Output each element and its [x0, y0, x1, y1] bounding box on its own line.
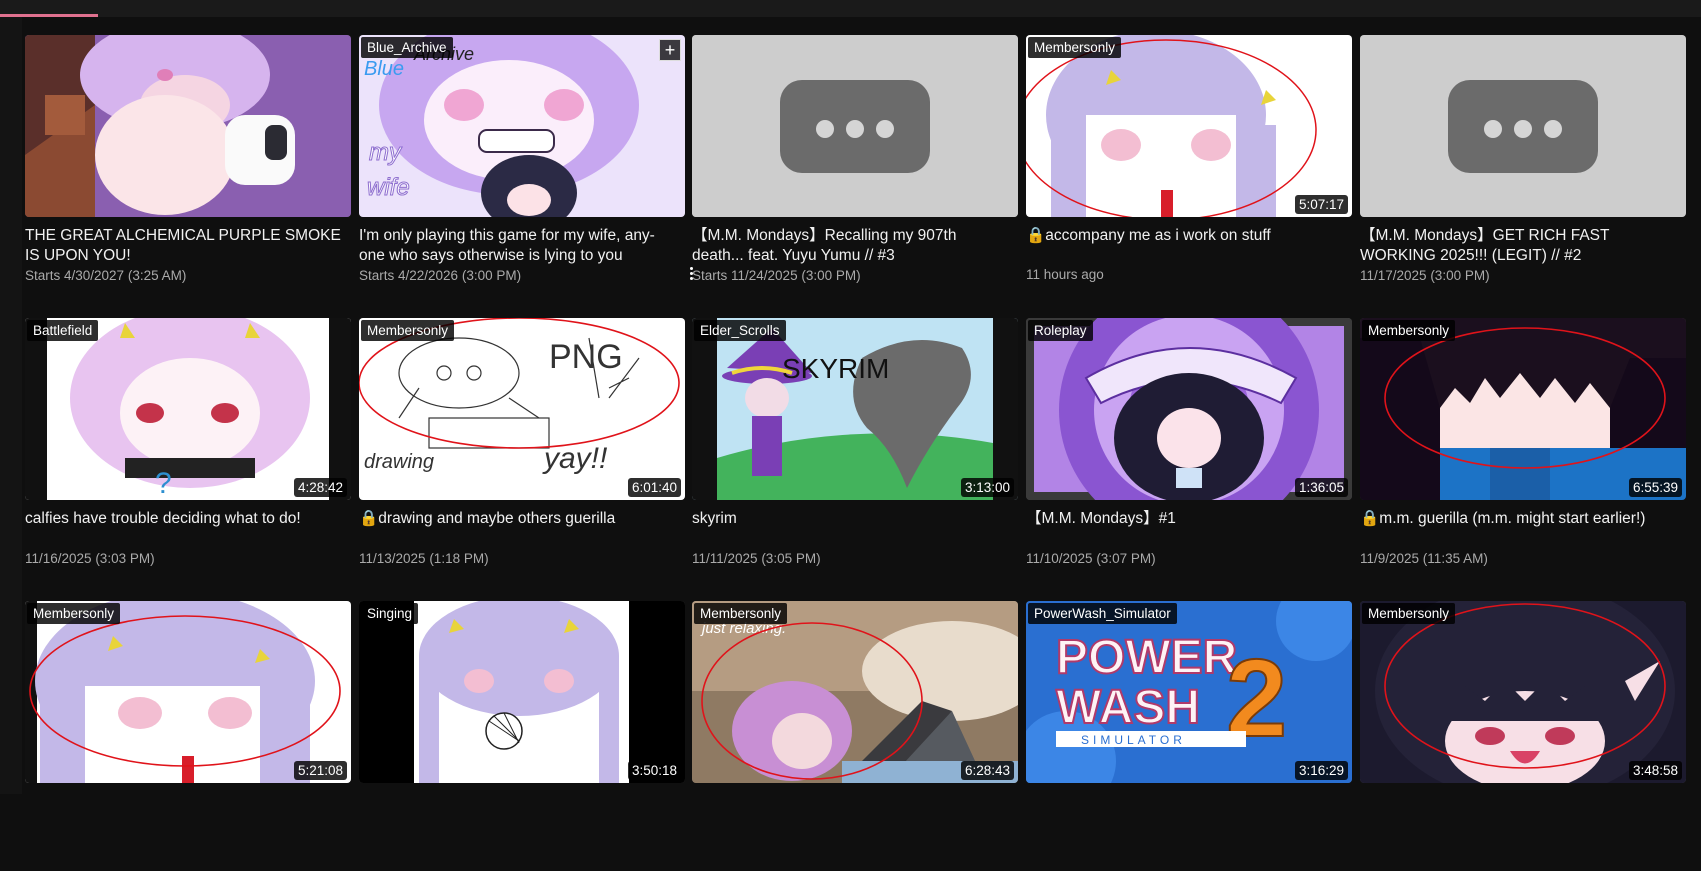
video-meta: Starts 4/30/2027 (3:25 AM) — [25, 268, 187, 283]
left-edge — [0, 17, 22, 794]
video-card[interactable]: just relaxing. Membersonly 6:28:43 — [692, 601, 1018, 871]
video-card[interactable]: Membersonly 5:21:08 — [25, 601, 351, 871]
video-card[interactable]: POWER WASH 2 SIMULATOR PowerWash_Simulat… — [1026, 601, 1352, 871]
thumb-text: PNG — [549, 338, 623, 376]
video-card[interactable]: THE GREAT ALCHEMICAL PURPLE SMOKE IS UPO… — [25, 35, 351, 305]
video-thumbnail[interactable]: SKYRIM Elder_Scrolls 3:13:00 — [692, 318, 1018, 500]
duration-badge: 6:01:40 — [627, 478, 681, 497]
video-title[interactable]: 🔒drawing and maybe others guerilla — [359, 509, 677, 529]
video-thumbnail[interactable]: Membersonly 5:21:08 — [25, 601, 351, 783]
game-tag[interactable]: Blue_Archive — [361, 37, 453, 58]
game-tag[interactable]: Roleplay — [1028, 320, 1093, 341]
game-tag[interactable]: Elder_Scrolls — [694, 320, 786, 341]
video-thumbnail[interactable] — [1360, 35, 1686, 217]
thumb-text: drawing — [364, 451, 434, 473]
video-card[interactable]: 【M.M. Mondays】Recalling my 907th death..… — [692, 35, 1018, 305]
video-thumbnail[interactable] — [25, 35, 351, 217]
duration-badge: 5:21:08 — [293, 761, 347, 780]
thumb-text: POWER — [1056, 631, 1237, 684]
svg-text:?: ? — [155, 467, 172, 500]
video-title[interactable]: 【M.M. Mondays】GET RICH FAST WORKING 2025… — [1360, 226, 1678, 266]
video-meta: 11 hours ago — [1026, 267, 1104, 282]
top-bar — [0, 0, 1701, 17]
video-thumbnail[interactable]: POWER WASH 2 SIMULATOR PowerWash_Simulat… — [1026, 601, 1352, 783]
lock-icon — [988, 607, 1012, 633]
video-meta: Starts 4/22/2026 (3:00 PM) — [359, 268, 522, 283]
thumb-text: wife — [367, 174, 410, 201]
video-title[interactable]: 【M.M. Mondays】#1 — [1026, 509, 1344, 529]
video-thumbnail[interactable] — [692, 35, 1018, 217]
video-card[interactable]: Membersonly 5:07:17 🔒accompany me as i w… — [1026, 35, 1352, 305]
thumb-text: WASH — [1056, 681, 1200, 734]
video-card[interactable]: 【M.M. Mondays】GET RICH FAST WORKING 2025… — [1360, 35, 1686, 305]
video-thumbnail[interactable]: Singing 3:50:18 — [359, 601, 685, 783]
video-card[interactable]: Membersonly 6:55:39 🔒m.m. guerilla (m.m.… — [1360, 318, 1686, 588]
duration-badge: 5:07:17 — [1294, 195, 1348, 214]
members-only-tag[interactable]: Membersonly — [361, 320, 455, 341]
video-title[interactable]: 🔒m.m. guerilla (m.m. might start earlier… — [1360, 509, 1678, 529]
duration-badge: 1:36:05 — [1294, 478, 1348, 497]
video-card[interactable]: ? Battlefield 4:28:42 calfies have troub… — [25, 318, 351, 588]
video-title[interactable]: skyrim — [692, 509, 1010, 529]
video-grid: THE GREAT ALCHEMICAL PURPLE SMOKE IS UPO… — [25, 35, 1690, 794]
video-card[interactable]: Blue Archive my wife Blue_Archive + I'm … — [359, 35, 685, 305]
duration-badge: 3:48:58 — [1628, 761, 1682, 780]
game-tag[interactable]: Battlefield — [27, 320, 99, 341]
video-meta: 11/17/2025 (3:00 PM) — [1360, 268, 1490, 283]
video-title[interactable]: THE GREAT ALCHEMICAL PURPLE SMOKE IS UPO… — [25, 226, 343, 266]
thumb-text: Blue — [364, 58, 404, 80]
video-thumbnail[interactable]: ? Battlefield 4:28:42 — [25, 318, 351, 500]
duration-badge: 3:16:29 — [1294, 761, 1348, 780]
video-card[interactable]: PNG drawing yay!! Membersonly 6:01:40 🔒d… — [359, 318, 685, 588]
duration-badge: 4:28:42 — [293, 478, 347, 497]
video-thumbnail[interactable]: just relaxing. Membersonly 6:28:43 — [692, 601, 1018, 783]
members-only-tag[interactable]: Membersonly — [1362, 320, 1456, 341]
members-only-tag[interactable]: Membersonly — [694, 603, 788, 624]
video-title[interactable]: 【M.M. Mondays】Recalling my 907th death..… — [692, 226, 1010, 266]
duration-badge: 3:13:00 — [960, 478, 1014, 497]
video-thumbnail[interactable]: PNG drawing yay!! Membersonly 6:01:40 — [359, 318, 685, 500]
video-card[interactable]: Singing 3:50:18 — [359, 601, 685, 871]
video-card[interactable]: Membersonly 3:48:58 — [1360, 601, 1686, 871]
video-thumbnail[interactable]: Membersonly 3:48:58 — [1360, 601, 1686, 783]
video-title[interactable]: calfies have trouble deciding what to do… — [25, 509, 343, 529]
members-only-tag[interactable]: Membersonly — [1028, 37, 1122, 58]
duration-badge: 3:50:18 — [627, 761, 681, 780]
video-meta: 11/16/2025 (3:03 PM) — [25, 551, 155, 566]
video-meta: 11/10/2025 (3:07 PM) — [1026, 551, 1156, 566]
video-card[interactable]: Roleplay 1:36:05 【M.M. Mondays】#1 11/10/… — [1026, 318, 1352, 588]
game-tag[interactable]: Singing — [361, 603, 419, 624]
plus-icon[interactable]: + — [659, 39, 681, 61]
video-thumbnail[interactable]: Membersonly 5:07:17 — [1026, 35, 1352, 217]
duration-badge: 6:55:39 — [1628, 478, 1682, 497]
video-title[interactable]: I'm only playing this game for my wife, … — [359, 226, 677, 266]
game-tag[interactable]: PowerWash_Simulator — [1028, 603, 1177, 624]
thumb-text: my — [369, 139, 403, 166]
video-meta: Starts 11/24/2025 (3:00 PM) — [692, 268, 861, 283]
thumb-text: SIMULATOR — [1081, 733, 1186, 747]
video-meta: 11/11/2025 (3:05 PM) — [692, 551, 821, 566]
members-only-tag[interactable]: Membersonly — [1362, 603, 1456, 624]
video-thumbnail[interactable]: Blue Archive my wife Blue_Archive + — [359, 35, 685, 217]
video-card[interactable]: SKYRIM Elder_Scrolls 3:13:00 skyrim 11/1… — [692, 318, 1018, 588]
members-only-tag[interactable]: Membersonly — [27, 603, 121, 624]
video-thumbnail[interactable]: Roleplay 1:36:05 — [1026, 318, 1352, 500]
video-meta: 11/9/2025 (11:35 AM) — [1360, 551, 1488, 566]
video-meta: 11/13/2025 (1:18 PM) — [359, 551, 489, 566]
video-title[interactable]: 🔒accompany me as i work on stuff — [1026, 226, 1344, 246]
video-thumbnail[interactable]: Membersonly 6:55:39 — [1360, 318, 1686, 500]
thumb-text: SKYRIM — [782, 353, 889, 384]
duration-badge: 6:28:43 — [960, 761, 1014, 780]
